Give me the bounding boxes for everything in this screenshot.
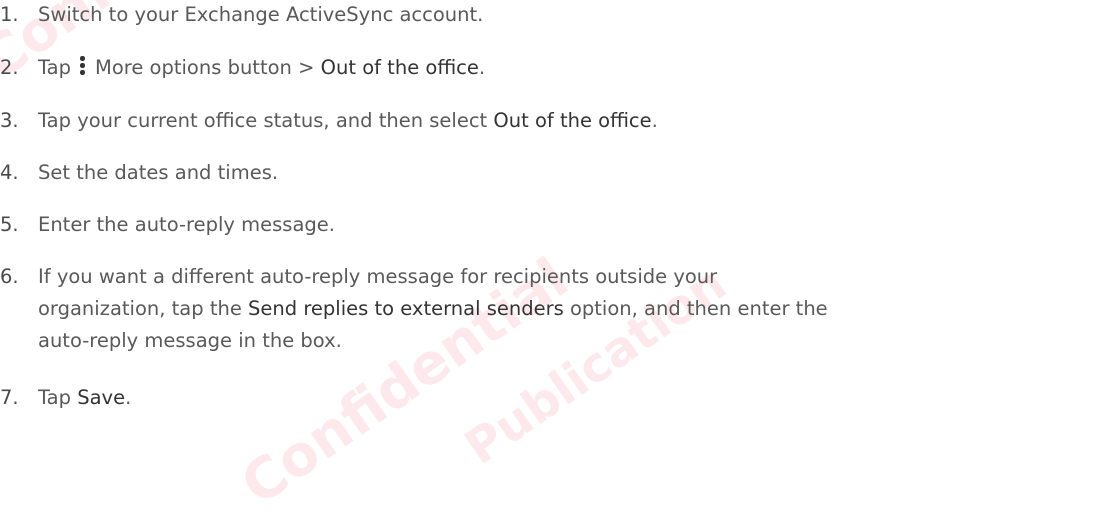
step-text: Switch to your Exchange ActiveSync accou… [38, 3, 484, 26]
step-number: 6. [0, 265, 19, 288]
step-text: Enter the auto-reply message. [38, 213, 335, 236]
step-number: 7. [0, 386, 19, 409]
step-number: 3. [0, 109, 19, 132]
instructions-page: Confidential Confidential Publication 1.… [0, 0, 1119, 518]
step-number: 4. [0, 161, 19, 184]
step-text: Tap your current office status, and then… [38, 109, 658, 132]
step-5: 5. Enter the auto-reply message. [0, 209, 1110, 241]
more-options-icon [75, 55, 89, 75]
step-1: 1. Switch to your Exchange ActiveSync ac… [0, 0, 1110, 31]
step-number: 2. [0, 56, 19, 79]
step-4: 4. Set the dates and times. [0, 157, 1110, 189]
step-text: Tap More options button > Out of the offi… [38, 55, 486, 79]
save-label: Save [77, 386, 126, 409]
step-number: 1. [0, 3, 19, 26]
step-3: 3. Tap your current office status, and t… [0, 105, 1110, 137]
menu-item-out-of-office: Out of the office [320, 56, 479, 79]
option-out-of-office: Out of the office [493, 109, 652, 132]
step-7: 7. Tap Save. [0, 382, 1110, 414]
step-number: 5. [0, 213, 19, 236]
step-text: Set the dates and times. [38, 161, 279, 184]
step-text: If you want a different auto-reply messa… [38, 265, 828, 352]
step-6: 6. If you want a different auto-reply me… [0, 261, 1110, 357]
option-send-replies-external: Send replies to external senders [248, 297, 564, 320]
step-2: 2. Tap More options button > Out of the o… [0, 52, 1110, 84]
step-text: Tap Save. [38, 386, 132, 409]
